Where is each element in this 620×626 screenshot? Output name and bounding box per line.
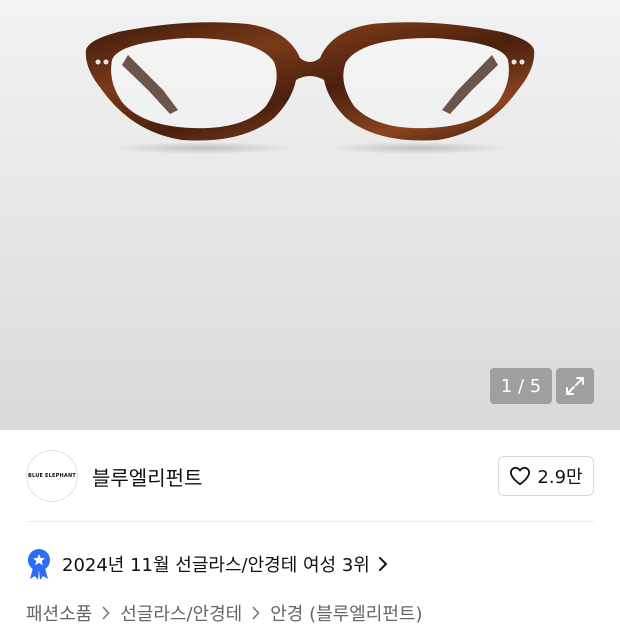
product-image-glasses [85, 22, 535, 154]
seller-section: BLUE ELEPHANT 블루엘리펀트 2.9만 [0, 430, 620, 522]
breadcrumb-item-category[interactable]: 패션소품 [26, 600, 92, 626]
image-counter: 1 / 5 [490, 368, 552, 404]
breadcrumb: 패션소품 선글라스/안경테 안경 (블루엘리펀트) [26, 600, 422, 626]
chevron-right-icon [102, 606, 110, 620]
chevron-right-icon [378, 557, 387, 571]
ranking-link[interactable]: 2024년 11월 선글라스/안경테 여성 3위 [26, 548, 388, 580]
seller-name[interactable]: 블루엘리펀트 [92, 462, 202, 491]
like-button[interactable]: 2.9만 [498, 456, 594, 496]
chevron-right-icon [252, 606, 260, 620]
expand-icon [566, 377, 584, 395]
seller-avatar[interactable]: BLUE ELEPHANT [26, 450, 78, 502]
seller-logo-text: BLUE ELEPHANT [28, 473, 76, 479]
image-counter-text: 1 / 5 [500, 375, 542, 397]
rank-badge-icon [28, 549, 50, 580]
divider [26, 521, 594, 522]
product-image-gallery[interactable]: 1 / 5 [0, 0, 620, 430]
breadcrumb-item-subcategory[interactable]: 선글라스/안경테 [120, 600, 242, 626]
breadcrumb-item-product[interactable]: 안경 (블루엘리펀트) [270, 600, 422, 626]
heart-icon [510, 466, 531, 486]
expand-image-button[interactable] [556, 368, 594, 404]
ranking-text: 2024년 11월 선글라스/안경테 여성 3위 [62, 555, 370, 576]
like-count: 2.9만 [537, 467, 583, 488]
